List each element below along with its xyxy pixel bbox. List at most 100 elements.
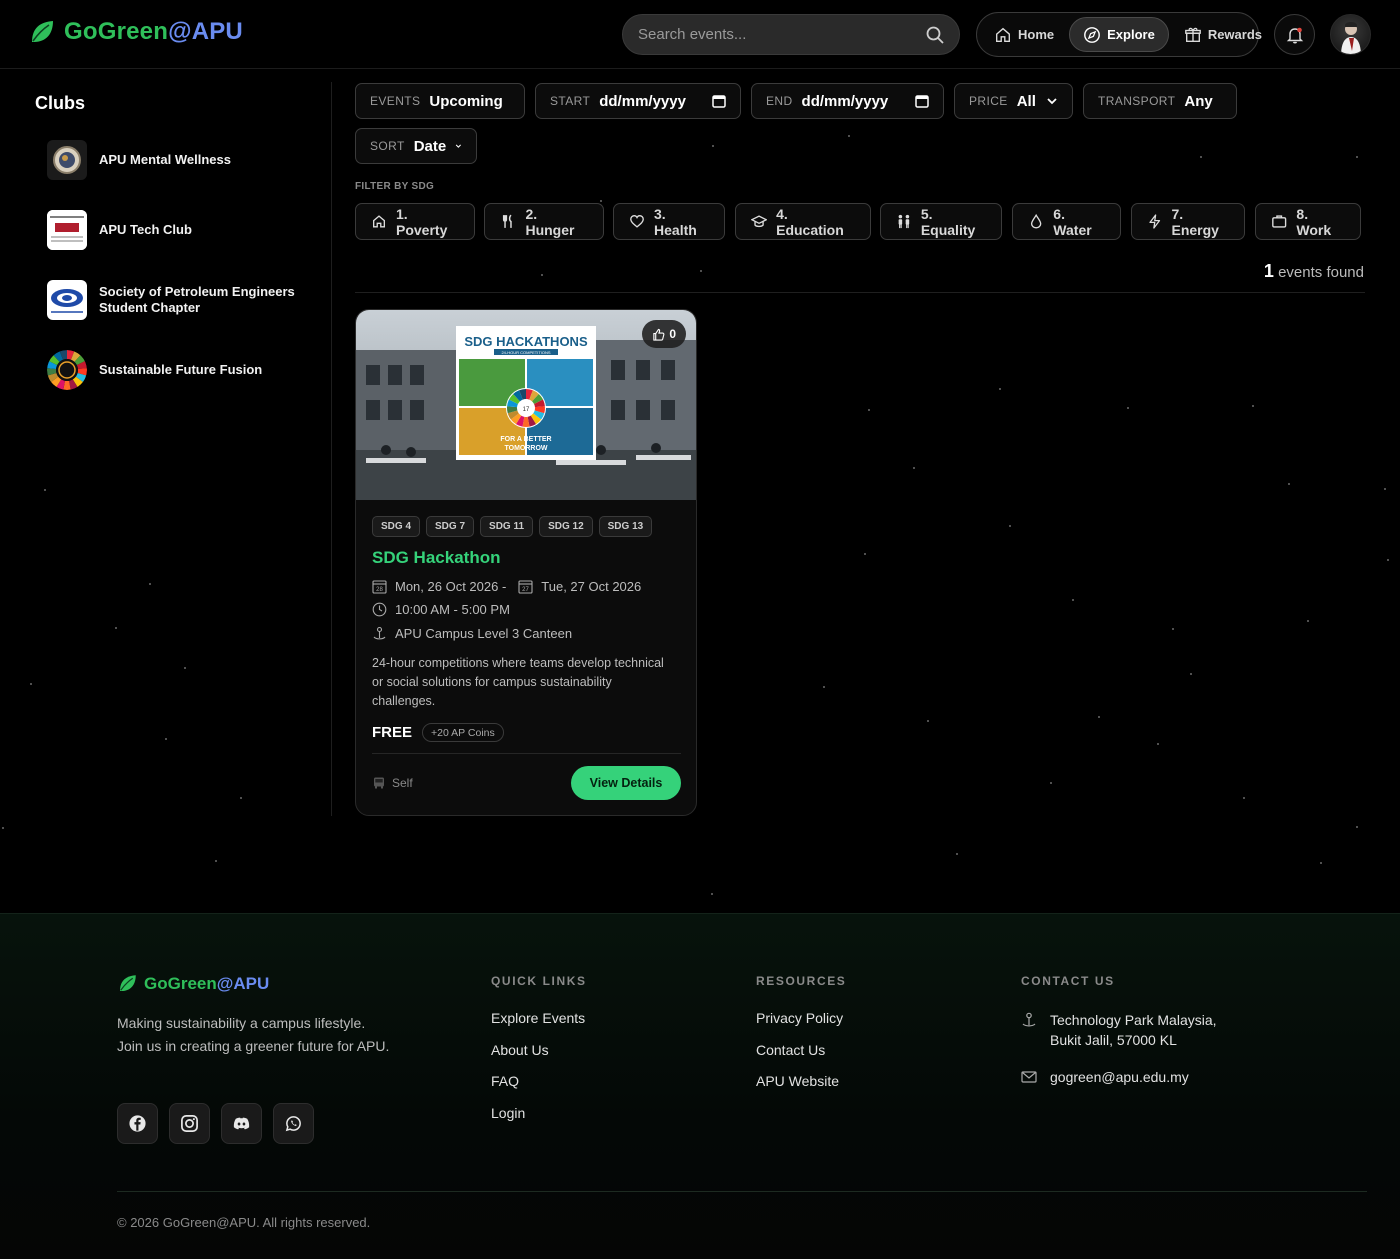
price-filter[interactable]: PRICE All xyxy=(954,83,1073,119)
top-header: GoGreen@APU Home Explore Rewards xyxy=(0,0,1400,69)
whatsapp-button[interactable] xyxy=(273,1103,314,1144)
star xyxy=(1356,156,1358,158)
search-input[interactable] xyxy=(638,26,925,43)
discord-icon xyxy=(233,1117,250,1130)
event-title[interactable]: SDG Hackathon xyxy=(372,548,500,568)
nav-home-label: Home xyxy=(1018,27,1055,42)
star xyxy=(864,553,866,555)
sdg-filter-label: FILTER BY SDG xyxy=(355,181,435,192)
leaf-icon xyxy=(32,21,53,42)
brand-part1: GoGreen xyxy=(64,18,169,45)
contact-title: CONTACT US xyxy=(1021,974,1115,988)
star xyxy=(999,388,1001,390)
sdg-chip-hunger[interactable]: 2. Hunger xyxy=(484,203,604,240)
main-nav: Home Explore Rewards xyxy=(976,12,1262,57)
end-date-input[interactable]: dd/mm/yyyy xyxy=(802,93,889,110)
nav-explore[interactable]: Explore xyxy=(1069,17,1169,52)
footer-link[interactable]: Contact Us xyxy=(756,1042,846,1058)
end-date-filter[interactable]: END dd/mm/yyyy xyxy=(751,83,944,119)
sdg-chip-energy[interactable]: 7. Energy xyxy=(1131,203,1245,240)
nav-rewards[interactable]: Rewards xyxy=(1171,17,1275,52)
club-item-tech-club[interactable]: APU Tech Club xyxy=(47,210,319,250)
address-line-1: Technology Park Malaysia, xyxy=(1050,1012,1217,1028)
sdg-chip-health[interactable]: 3. Health xyxy=(613,203,725,240)
sdg-chip-work[interactable]: 8. Work xyxy=(1255,203,1361,240)
sdg-tag: SDG 11 xyxy=(480,516,534,537)
filter-value: Date xyxy=(413,137,447,155)
like-button[interactable]: 0 xyxy=(642,320,686,348)
start-date-input[interactable]: dd/mm/yyyy xyxy=(599,93,686,110)
start-date-filter[interactable]: START dd/mm/yyyy xyxy=(535,83,741,119)
results-count: 1 events found xyxy=(1264,261,1364,282)
star xyxy=(1356,826,1358,828)
utensils-icon xyxy=(502,214,512,228)
star xyxy=(848,135,850,137)
star xyxy=(1387,559,1389,561)
footer-link[interactable]: Privacy Policy xyxy=(756,1010,846,1026)
end-day: 27 xyxy=(522,587,529,593)
footer-link[interactable]: FAQ xyxy=(491,1073,587,1089)
event-card[interactable]: SDG HACKATHONS 24-HOUR COMPETITIONS 17 F… xyxy=(355,309,697,816)
filter-label: START xyxy=(550,94,591,108)
search-icon[interactable] xyxy=(925,25,945,45)
people-icon xyxy=(898,214,910,229)
transport-filter[interactable]: TRANSPORT Any xyxy=(1083,83,1237,119)
discord-button[interactable] xyxy=(221,1103,262,1144)
star xyxy=(2,827,4,829)
quick-links-column: QUICK LINKS Explore Events About Us FAQ … xyxy=(491,974,587,1136)
resources-column: RESOURCES Privacy Policy Contact Us APU … xyxy=(756,974,846,1105)
footer-link[interactable]: Login xyxy=(491,1105,587,1121)
instagram-button[interactable] xyxy=(169,1103,210,1144)
sdg-chip-poverty[interactable]: 1. Poverty xyxy=(355,203,475,240)
club-item-spe[interactable]: Society of Petroleum Engineers Student C… xyxy=(47,280,319,320)
star xyxy=(600,200,602,202)
gift-icon xyxy=(1184,27,1201,42)
clock-icon xyxy=(372,602,387,617)
sdg-chip-equality[interactable]: 5. Equality xyxy=(880,203,1002,240)
star xyxy=(1190,673,1192,675)
poster-number: 17 xyxy=(523,407,530,413)
sort-filter[interactable]: SORT Date xyxy=(355,128,477,164)
star xyxy=(1127,407,1129,409)
brand-logo[interactable]: GoGreen@APU xyxy=(28,18,243,46)
card-divider xyxy=(372,753,681,754)
star xyxy=(1009,525,1011,527)
club-item-mental-wellness[interactable]: APU Mental Wellness xyxy=(47,140,319,180)
location-text: APU Campus Level 3 Canteen xyxy=(395,626,573,641)
star xyxy=(1252,405,1254,407)
star xyxy=(1288,483,1290,485)
star xyxy=(913,467,915,469)
footer-link[interactable]: About Us xyxy=(491,1042,587,1058)
events-filter[interactable]: EVENTS Upcoming xyxy=(355,83,525,119)
water-drop-icon xyxy=(1030,213,1042,229)
club-item-sff[interactable]: Sustainable Future Fusion xyxy=(47,350,319,390)
calendar-icon xyxy=(712,95,726,108)
star xyxy=(1098,716,1100,718)
sdg-chip-water[interactable]: 6. Water xyxy=(1012,203,1121,240)
social-links xyxy=(117,1103,314,1144)
star xyxy=(868,409,870,411)
sdg-chip-label: 1. Poverty xyxy=(396,205,448,238)
star xyxy=(1307,620,1309,622)
view-details-button[interactable]: View Details xyxy=(571,766,681,800)
contact-email[interactable]: gogreen@apu.edu.my xyxy=(1021,1067,1217,1087)
star xyxy=(823,686,825,688)
footer-link[interactable]: APU Website xyxy=(756,1073,846,1089)
notifications-button[interactable] xyxy=(1274,14,1315,55)
nav-home[interactable]: Home xyxy=(981,17,1067,52)
sidebar-title: Clubs xyxy=(35,93,86,113)
star xyxy=(1050,782,1052,784)
avatar-image xyxy=(1341,22,1361,54)
facebook-button[interactable] xyxy=(117,1103,158,1144)
sdg-tags: SDG 4 SDG 7 SDG 11 SDG 12 SDG 13 xyxy=(372,516,653,537)
footer-link[interactable]: Explore Events xyxy=(491,1010,587,1026)
sdg-chip-education[interactable]: 4. Education xyxy=(735,203,871,240)
results-number: 1 xyxy=(1263,261,1274,281)
user-avatar[interactable] xyxy=(1330,14,1371,55)
sdg-chip-label: 5. Equality xyxy=(920,205,976,238)
footer-logo[interactable]: GoGreen@APU xyxy=(117,973,269,994)
spe-logo xyxy=(47,280,87,320)
chevron-down-icon xyxy=(1047,98,1057,105)
price-value: FREE xyxy=(372,724,413,741)
star xyxy=(956,853,958,855)
